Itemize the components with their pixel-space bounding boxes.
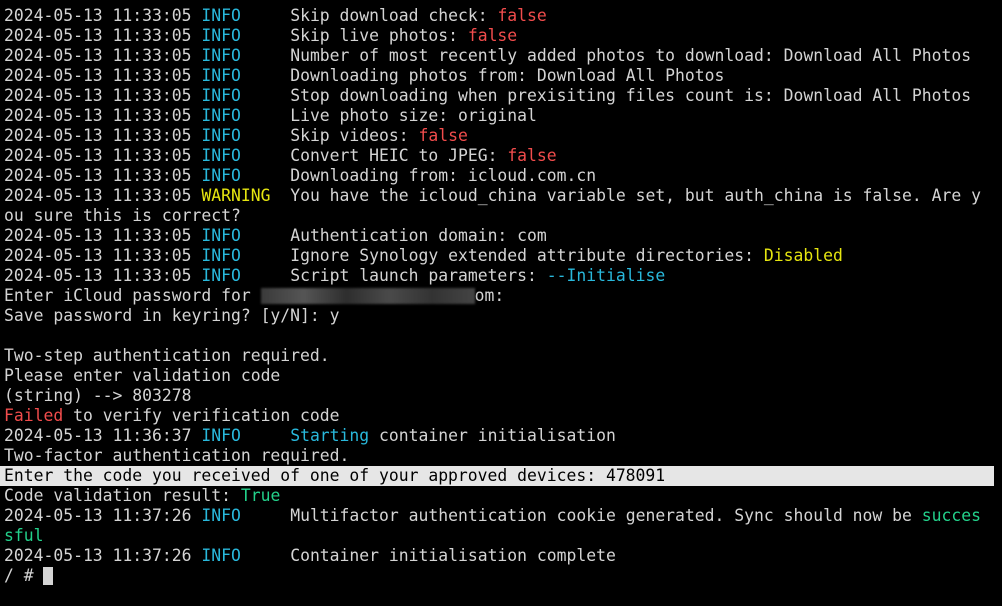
- log-line: 2024-05-13 11:33:05 INFO Stop downloadin…: [4, 86, 972, 105]
- log-line-wrap: sful: [4, 526, 44, 545]
- log-line: 2024-05-13 11:33:05 INFO Skip download c…: [4, 6, 547, 25]
- password-prompt: Enter iCloud password for om:: [4, 286, 505, 305]
- log-line: 2024-05-13 11:33:05 INFO Downloading fro…: [4, 166, 597, 185]
- log-line: 2024-05-13 11:36:37 INFO Starting contai…: [4, 426, 616, 445]
- shell-prompt[interactable]: / #: [4, 566, 1002, 586]
- redacted-email: [260, 288, 475, 304]
- enter-validation-code: Please enter validation code: [4, 366, 281, 385]
- log-line: 2024-05-13 11:33:05 INFO Downloading pho…: [4, 66, 725, 85]
- terminal-window[interactable]: 2024-05-13 11:33:05 INFO Skip download c…: [0, 0, 1002, 606]
- log-line: 2024-05-13 11:33:05 INFO Ignore Synology…: [4, 246, 843, 265]
- string-prompt: (string) --> 803278: [4, 386, 192, 405]
- validation-result: Code validation result: True: [4, 486, 281, 505]
- two-step-required: Two-step authentication required.: [4, 346, 330, 365]
- log-line: 2024-05-13 11:33:05 INFO Convert HEIC to…: [4, 146, 557, 165]
- log-line: 2024-05-13 11:33:05 INFO Skip videos: fa…: [4, 126, 468, 145]
- log-line: 2024-05-13 11:37:26 INFO Container initi…: [4, 546, 616, 565]
- log-line-warning: 2024-05-13 11:33:05 WARNING You have the…: [4, 186, 981, 205]
- log-line: 2024-05-13 11:33:05 INFO Live photo size…: [4, 106, 537, 125]
- log-line: 2024-05-13 11:33:05 INFO Skip live photo…: [4, 26, 518, 45]
- selected-line[interactable]: Enter the code you received of one of yo…: [0, 466, 994, 486]
- verification-failed: Failed to verify verification code: [4, 406, 340, 425]
- log-line: 2024-05-13 11:33:05 INFO Script launch p…: [4, 266, 666, 285]
- log-line: 2024-05-13 11:33:05 INFO Number of most …: [4, 46, 972, 65]
- log-line: 2024-05-13 11:33:05 INFO Authentication …: [4, 226, 547, 245]
- keyring-prompt: Save password in keyring? [y/N]: y: [4, 306, 340, 325]
- text-cursor: [43, 567, 54, 585]
- log-line: 2024-05-13 11:37:26 INFO Multifactor aut…: [4, 506, 981, 525]
- two-factor-required: Two-factor authentication required.: [4, 446, 350, 465]
- log-line-wrap: ou sure this is correct?: [4, 206, 241, 225]
